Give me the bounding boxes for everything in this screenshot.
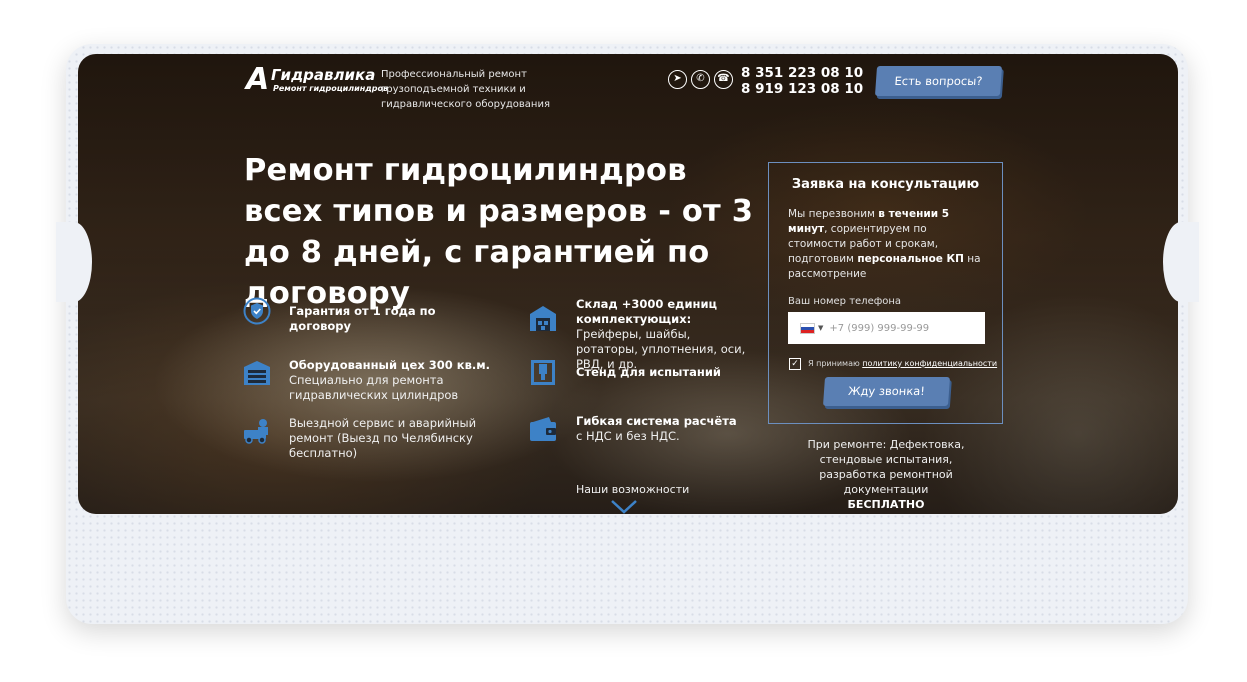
logo-mark[interactable]: А: [246, 65, 269, 95]
repair-note: При ремонте: Дефектовка, стендовые испыт…: [786, 437, 986, 512]
privacy-policy-link[interactable]: политику конфиденциальности: [862, 359, 997, 368]
our-capabilities-link[interactable]: Наши возможности: [576, 483, 689, 496]
phone-placeholder: (999) 999-99-99: [847, 322, 930, 334]
privacy-checkbox[interactable]: ✓: [789, 358, 801, 370]
messenger-icons: ➤ ✆ ☎: [668, 70, 733, 89]
chevron-down-icon[interactable]: ▼: [818, 324, 823, 332]
feature-warranty: Гарантия от 1 года по договору: [289, 304, 479, 334]
agree-text: Я принимаю: [808, 359, 863, 368]
logo-title[interactable]: Гидравлика: [271, 66, 375, 84]
feature-workshop-bold: Оборудованный цех 300 кв.м.: [289, 358, 490, 372]
whatsapp-icon[interactable]: ✆: [691, 70, 710, 89]
logo-subtitle: Ремонт гидроцилиндров: [273, 84, 389, 93]
feature-payment-bold: Гибкая система расчёта: [576, 414, 737, 428]
feature-field-service: Выездной сервис и аварийный ремонт (Выез…: [289, 416, 509, 461]
chevron-down-icon[interactable]: [611, 500, 637, 514]
feature-test-stand-bold: Стенд для испытаний: [576, 365, 721, 379]
form-description: Мы перезвоним в течении 5 минут, сориент…: [788, 207, 988, 282]
feature-workshop-text: Специально для ремонта гидравлических ци…: [289, 373, 459, 402]
viber-icon[interactable]: ☎: [714, 70, 733, 89]
feature-payment: Гибкая система расчёта с НДС и без НДС.: [576, 414, 746, 444]
hero-headline: Ремонт гидроцилиндров всех типов и разме…: [244, 153, 754, 311]
phone-field-label: Ваш номер телефона: [788, 296, 902, 307]
form-text-1: Мы перезвоним: [788, 208, 879, 220]
feature-warranty-bold: Гарантия от 1 года по договору: [289, 304, 436, 333]
warehouse-icon: [530, 306, 556, 331]
feature-payment-text: с НДС и без НДС.: [576, 429, 680, 443]
shield-check-icon: [243, 297, 271, 325]
privacy-agree-text: Я принимаю политику конфиденциальности: [808, 359, 997, 368]
service-truck-icon: [244, 419, 268, 444]
feature-warehouse-bold: Склад +3000 единиц комплектующих:: [576, 297, 718, 326]
form-title: Заявка на консультацию: [791, 177, 980, 192]
russia-flag-icon[interactable]: [800, 322, 815, 334]
repair-note-bold: БЕСПЛАТНО: [847, 498, 925, 511]
phone-number-2[interactable]: 8 919 123 08 10: [741, 81, 863, 97]
repair-note-text: При ремонте: Дефектовка, стендовые испыт…: [807, 438, 965, 496]
frame-notch-right: [1163, 222, 1199, 302]
wallet-icon: [530, 417, 556, 441]
feature-field-service-text: Выездной сервис и аварийный ремонт (Выез…: [289, 416, 477, 460]
phone-prefix: +7: [829, 322, 845, 334]
call-me-button[interactable]: Жду звонка!: [822, 377, 951, 406]
feature-test-stand: Стенд для испытаний: [576, 365, 751, 380]
header-tagline: Профессиональный ремонт грузоподъемной т…: [381, 69, 550, 110]
feature-workshop: Оборудованный цех 300 кв.м. Специально д…: [289, 358, 519, 403]
phone-number-1[interactable]: 8 351 223 08 10: [741, 65, 863, 81]
frame-notch-left: [56, 222, 92, 302]
telegram-icon[interactable]: ➤: [668, 70, 687, 89]
factory-icon: [244, 361, 270, 385]
feature-warehouse: Склад +3000 единиц комплектующих: Грейфе…: [576, 297, 751, 372]
phone-input[interactable]: ▼ +7 (999) 999-99-99: [788, 312, 985, 344]
questions-button[interactable]: Есть вопросы?: [874, 66, 1003, 96]
test-stand-icon: [531, 360, 555, 385]
form-text-bold-2: персональное КП: [857, 253, 964, 265]
